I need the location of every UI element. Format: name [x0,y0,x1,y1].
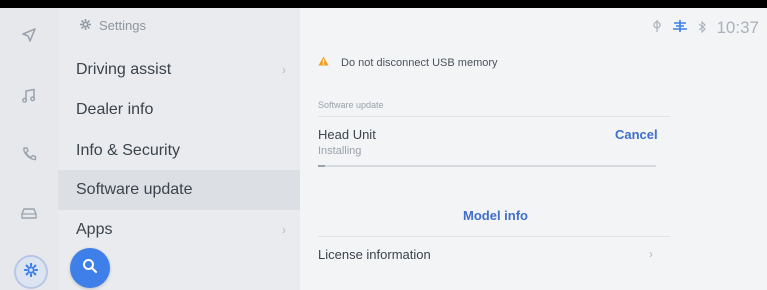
phone-icon[interactable] [17,142,41,166]
install-progress-fill [318,165,325,167]
menu-item-info-security[interactable]: Info & Security [58,131,300,171]
status-bar: 10:37 [652,18,759,38]
infotainment-screen: Settings Driving assist › Dealer info In… [0,8,767,290]
divider [318,236,670,237]
menu-header: Settings [79,18,146,33]
unit-status: Installing [318,145,362,157]
menu-item-label: Apps [76,221,113,238]
install-progress-bar [318,165,656,167]
settings-rail-button[interactable] [14,255,48,289]
connected-services-icon [672,18,688,38]
cancel-button[interactable]: Cancel [615,127,658,142]
menu-item-dealer-info[interactable]: Dealer info [58,90,300,130]
search-button[interactable] [70,248,110,288]
navigation-arrow-icon[interactable] [17,23,41,47]
gear-icon [23,262,39,282]
menu-item-driving-assist[interactable]: Driving assist › [58,50,300,90]
unit-title: Head Unit [318,127,376,142]
warning-icon [318,56,329,69]
usb-warning: Do not disconnect USB memory [318,56,498,69]
chevron-right-icon: › [282,63,286,77]
search-icon [82,258,98,279]
music-note-icon[interactable] [17,84,41,108]
software-update-panel: 10:37 Do not disconnect USB memory Softw… [300,8,767,290]
menu-header-title: Settings [99,18,146,33]
settings-menu: Settings Driving assist › Dealer info In… [58,8,300,290]
clock: 10:37 [716,18,759,37]
menu-item-label: Software update [76,181,193,198]
license-information-item[interactable]: License information [318,247,431,262]
gear-icon [79,18,92,33]
app-rail [0,8,58,290]
menu-item-label: Info & Security [76,142,181,159]
section-label: Software update [318,100,384,110]
warning-text: Do not disconnect USB memory [341,56,498,69]
chevron-right-icon: › [649,247,653,261]
menu-item-label: Dealer info [76,101,154,118]
antenna-icon [652,18,662,38]
menu-item-apps[interactable]: Apps › [58,210,300,250]
car-icon[interactable] [17,201,41,225]
menu-item-label: Driving assist [76,61,172,78]
model-info-button[interactable]: Model info [463,208,528,223]
chevron-right-icon: › [282,223,286,237]
divider [318,116,670,117]
bluetooth-icon [698,18,707,38]
menu-item-software-update[interactable]: Software update [58,170,300,210]
